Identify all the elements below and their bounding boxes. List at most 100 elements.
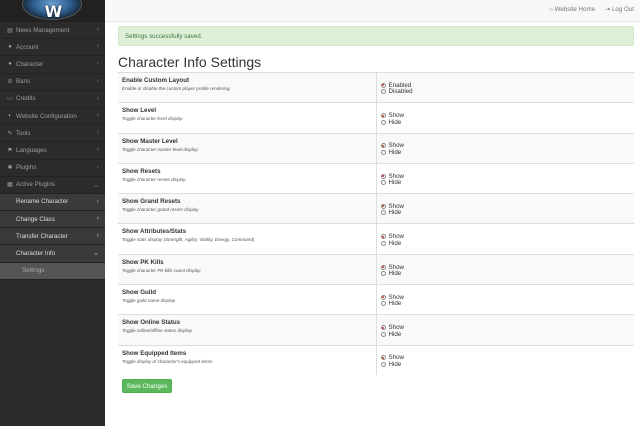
sidebar-item-website-configuration[interactable]: ◐ Website Configuration ‹ xyxy=(0,108,105,126)
setting-options-cell: Show Hide xyxy=(376,193,634,224)
sidebar-item-bans[interactable]: ⊘ Bans ‹ xyxy=(0,74,105,91)
log-out-link[interactable]: ⇥ Log Out xyxy=(605,6,634,13)
radio-button[interactable] xyxy=(380,264,386,270)
setting-row: Show Online Status Toggle online/offline … xyxy=(118,314,634,346)
setting-option-2[interactable]: Hide xyxy=(380,331,631,338)
top-navbar: ⌂ Website Home ⇥ Log Out xyxy=(105,0,640,22)
setting-title: Enable Custom Layout xyxy=(122,77,190,84)
wrench-icon: ✎ xyxy=(7,130,13,137)
chevron-left-icon: ‹ xyxy=(96,146,99,154)
setting-option-2[interactable]: Hide xyxy=(380,270,631,277)
sidebar-item-character[interactable]: ● Character ‹ xyxy=(0,56,105,74)
chevron-down-icon: ⌄ xyxy=(93,250,99,258)
setting-row: Show PK Kills Toggle character PK kills c… xyxy=(118,253,634,285)
setting-description: Enable or disable the custom player prof… xyxy=(122,86,231,91)
save-changes-button[interactable]: Save Changes xyxy=(122,379,172,393)
setting-options-cell: Show Hide xyxy=(376,284,634,315)
chevron-left-icon: ‹ xyxy=(96,77,99,85)
setting-label-cell: Show Equipped Items Toggle display of cha… xyxy=(118,344,377,376)
setting-description: Toggle online/offline status display. xyxy=(122,328,193,334)
chevron-left-icon: ‹ xyxy=(96,94,99,102)
radio-button[interactable] xyxy=(380,301,386,307)
flag-icon: ⚑ xyxy=(7,147,13,154)
setting-label-cell: Show Guild Toggle guild name display. xyxy=(118,284,377,315)
radio-button[interactable] xyxy=(380,294,386,300)
radio-button[interactable] xyxy=(380,89,386,95)
sidebar-item-credits[interactable]: ▭ Credits ‹ xyxy=(0,91,105,108)
radio-button[interactable] xyxy=(380,149,386,155)
radio-button[interactable] xyxy=(380,113,386,119)
settings-table: Enable Custom Layout Enable or disable th… xyxy=(118,71,634,376)
radio-button[interactable] xyxy=(380,173,386,179)
sidebar-item-tools[interactable]: ✎ Tools ‹ xyxy=(0,125,105,143)
sidebar-item-character-info[interactable]: Character Info ⌄ xyxy=(0,245,105,263)
setting-options-cell: Show Hide xyxy=(376,344,634,376)
setting-label-cell: Show PK Kills Toggle character PK kills c… xyxy=(118,253,377,285)
setting-title: Show Online Status xyxy=(122,319,181,327)
user-icon: ● xyxy=(8,61,12,68)
sidebar-item-active-plugins[interactable]: ▦ Active Plugins ⌄ xyxy=(0,177,105,194)
sidebar-item-plugins[interactable]: ✱ Plugins ‹ xyxy=(0,160,105,177)
radio-button[interactable] xyxy=(380,210,386,216)
sidebar-item-change-class[interactable]: Change Class ‹ xyxy=(0,211,105,229)
sidebar-item-account[interactable]: ● Account ‹ xyxy=(0,39,105,57)
users-icon: ● xyxy=(8,44,12,51)
setting-options-cell: Show Hide xyxy=(376,223,634,255)
setting-label-cell: Show Attributes/Stats Toggle stats displa… xyxy=(118,223,377,255)
chevron-left-icon: ‹ xyxy=(96,60,99,68)
sidebar-item-transfer-character[interactable]: Transfer Character ‹ xyxy=(0,228,105,246)
setting-options-cell: Enabled Disabled xyxy=(376,71,634,103)
chevron-left-icon: ‹ xyxy=(96,197,99,205)
setting-option-2[interactable]: Hide xyxy=(380,149,631,156)
setting-option-2[interactable]: Hide xyxy=(380,119,631,126)
radio-button[interactable] xyxy=(380,180,386,186)
setting-option-2[interactable]: Hide xyxy=(380,361,631,368)
website-home-link[interactable]: ⌂ Website Home xyxy=(549,6,595,13)
setting-row: Show Master Level Toggle character master… xyxy=(118,132,634,164)
setting-description: Toggle display of character's equipped i… xyxy=(122,358,214,364)
radio-button[interactable] xyxy=(380,82,386,88)
chevron-left-icon: ‹ xyxy=(96,129,99,137)
setting-row: Enable Custom Layout Enable or disable th… xyxy=(118,71,634,103)
setting-description: Toggle guild name display. xyxy=(122,298,176,304)
setting-option-2[interactable]: Hide xyxy=(380,300,631,307)
setting-title: Show Grand Resets xyxy=(122,198,181,206)
radio-button[interactable] xyxy=(380,271,386,277)
setting-row: Show Guild Toggle guild name display. Show… xyxy=(118,284,634,315)
radio-button[interactable] xyxy=(380,143,386,149)
radio-button[interactable] xyxy=(380,119,386,125)
radio-button[interactable] xyxy=(380,240,386,246)
setting-description: Toggle character PK kills count display. xyxy=(122,267,202,273)
success-alert: Settings successfully saved. xyxy=(118,26,634,46)
setting-option-2[interactable]: Hide xyxy=(380,209,631,216)
setting-description: Toggle character grand resets display. xyxy=(122,207,200,213)
sidebar-item-settings[interactable]: Settings xyxy=(0,262,105,280)
setting-label-cell: Show Resets Toggle character resets displ… xyxy=(118,162,377,194)
toggle-icon: ◐ xyxy=(8,113,12,120)
setting-row: Show Equipped Items Toggle display of cha… xyxy=(118,344,634,376)
sign-out-icon: ⇥ xyxy=(605,6,612,13)
radio-button[interactable] xyxy=(380,325,386,331)
radio-button[interactable] xyxy=(380,355,386,361)
setting-row: Show Attributes/Stats Toggle stats displa… xyxy=(118,223,634,255)
radio-button[interactable] xyxy=(380,361,386,367)
setting-row: Show Level Toggle character level display… xyxy=(118,102,634,134)
setting-row: Show Grand Resets Toggle character grand … xyxy=(118,193,634,224)
setting-options-cell: Show Hide xyxy=(376,314,634,346)
setting-title: Show Attributes/Stats xyxy=(122,228,187,236)
setting-label-cell: Show Master Level Toggle character master… xyxy=(118,132,377,164)
radio-button[interactable] xyxy=(380,331,386,337)
setting-option-2[interactable]: Hide xyxy=(380,179,631,186)
setting-description: Toggle stats display (Strength, Agility,… xyxy=(122,237,255,243)
setting-label-cell: Enable Custom Layout Enable or disable th… xyxy=(118,71,377,103)
sidebar-item-languages[interactable]: ⚑ Languages ‹ xyxy=(0,142,105,160)
sidebar-item-rename-character[interactable]: Rename Character ‹ xyxy=(0,193,105,212)
site-logo[interactable]: W xyxy=(0,0,105,22)
sidebar-item-news-management[interactable]: ▤ News Management ‹ xyxy=(0,22,105,40)
setting-option-2[interactable]: Disabled xyxy=(380,88,631,95)
radio-button[interactable] xyxy=(380,234,386,240)
setting-title: Show Level xyxy=(122,107,157,115)
radio-button[interactable] xyxy=(380,203,386,209)
setting-title: Show Guild xyxy=(122,289,157,297)
setting-option-2[interactable]: Hide xyxy=(380,240,631,247)
